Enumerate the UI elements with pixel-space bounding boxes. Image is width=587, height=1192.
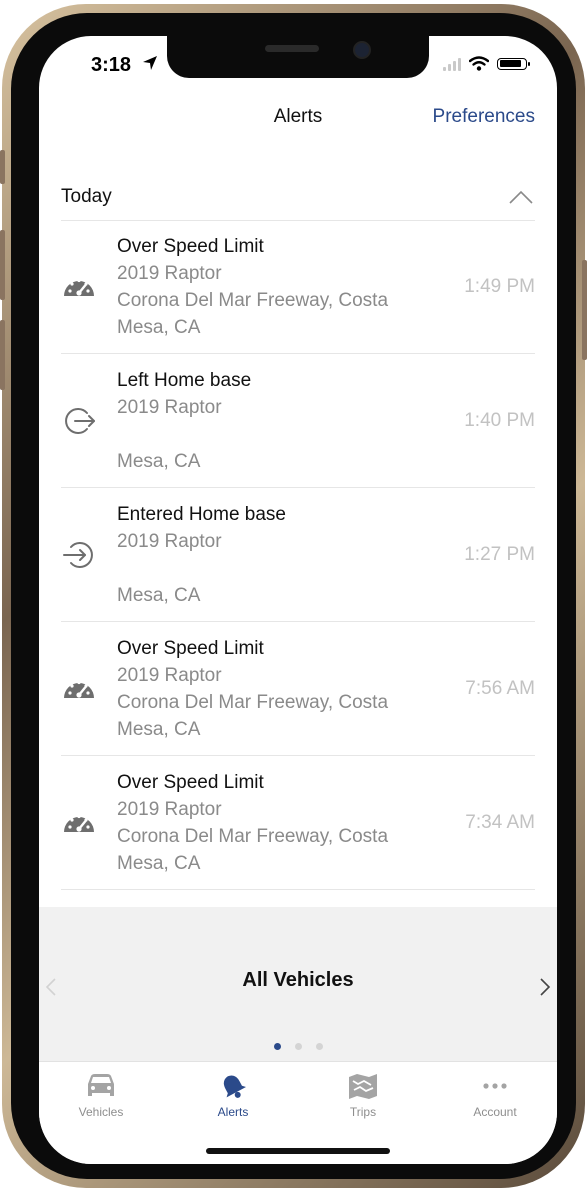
tab-label: Account [473,1105,517,1119]
status-time: 3:18 [91,54,132,76]
front-camera [353,41,371,59]
alert-title: Over Speed Limit [117,772,264,793]
side-button [582,260,587,360]
enter-geofence-icon [63,541,93,568]
wifi-icon [469,56,489,71]
tab-account[interactable]: Account [445,1072,545,1119]
vehicle-selector: All Vehicles [39,907,557,1061]
alert-location-line2: Mesa, CA [117,451,201,472]
map-icon [349,1074,377,1099]
volume-down-button [0,320,5,390]
alert-row[interactable]: Entered Home base 2019 Raptor Mesa, CA 1… [61,488,535,622]
alert-location-line1 [117,421,251,448]
speedometer-icon [64,278,94,296]
status-indicators [443,56,530,71]
alert-time: 7:34 AM [465,811,535,833]
tab-trips[interactable]: Trips [313,1072,413,1119]
alert-text: Over Speed Limit 2019 Raptor Corona Del … [117,769,388,877]
alert-time: 7:56 AM [465,677,535,699]
alert-row[interactable]: Over Speed Limit 2019 Raptor Corona Del … [61,622,535,756]
bell-icon [223,1075,246,1098]
battery-icon [497,57,530,70]
alert-row[interactable]: Over Speed Limit 2019 Raptor Corona Del … [61,220,535,354]
chevron-up-icon[interactable] [509,190,533,204]
vehicle-selector-label[interactable]: All Vehicles [39,969,557,992]
alert-location-line1: Corona Del Mar Freeway, Costa [117,290,389,311]
preferences-button[interactable]: Preferences [433,106,535,128]
alert-vehicle: 2019 Raptor [117,531,222,552]
alert-location-line2: Mesa, CA [117,853,201,874]
page-dot-active [273,1043,281,1050]
alert-vehicle: 2019 Raptor [117,799,222,820]
alert-location-line1 [117,555,286,582]
alert-text: Left Home base 2019 Raptor Mesa, CA [117,367,251,475]
cellular-signal-icon [443,57,461,71]
section-header-today[interactable]: Today [61,176,535,221]
alert-vehicle: 2019 Raptor [117,397,222,418]
speaker [265,45,319,52]
alert-title: Over Speed Limit [117,236,264,257]
app-screen: 3:18 Alerts Preferences Today Over Speed… [39,36,557,1164]
page-indicator [39,1043,557,1050]
page-dot [294,1043,302,1050]
alert-title: Over Speed Limit [117,638,264,659]
exit-geofence-icon [65,407,95,434]
tab-bar: Vehicles Alerts Trips Account [39,1061,557,1164]
alert-time: 1:27 PM [464,543,535,565]
alert-vehicle: 2019 Raptor [117,665,222,686]
alert-text: Over Speed Limit 2019 Raptor Corona Del … [117,233,388,341]
more-dots-icon [483,1083,507,1089]
mute-switch [0,150,5,184]
speedometer-icon [64,680,94,698]
alert-title: Entered Home base [117,504,286,525]
alert-time: 1:49 PM [464,275,535,297]
alert-row[interactable]: Left Home base 2019 Raptor Mesa, CA 1:40… [61,354,535,488]
speedometer-icon [64,814,94,832]
alert-row[interactable]: Over Speed Limit 2019 Raptor Corona Del … [61,756,535,890]
location-arrow-icon [143,56,157,70]
tab-alerts[interactable]: Alerts [183,1072,283,1119]
car-icon [88,1074,114,1096]
chevron-right-icon[interactable] [539,977,551,997]
alert-title: Left Home base [117,370,252,391]
tab-vehicles[interactable]: Vehicles [51,1072,151,1119]
notch [167,36,429,78]
alert-location-line2: Mesa, CA [117,317,201,338]
tab-label: Vehicles [78,1105,124,1119]
tab-label: Trips [349,1105,377,1119]
alert-location-line2: Mesa, CA [117,719,201,740]
home-indicator[interactable] [206,1148,390,1154]
volume-up-button [0,230,5,300]
alert-vehicle: 2019 Raptor [117,263,222,284]
alert-location-line2: Mesa, CA [117,585,201,606]
section-title: Today [61,186,112,207]
alert-location-line1: Corona Del Mar Freeway, Costa [117,826,389,847]
alert-text: Over Speed Limit 2019 Raptor Corona Del … [117,635,388,743]
alert-time: 1:40 PM [464,409,535,431]
alert-location-line1: Corona Del Mar Freeway, Costa [117,692,389,713]
page-dot [315,1043,323,1050]
tab-label: Alerts [217,1105,249,1119]
alert-list: Over Speed Limit 2019 Raptor Corona Del … [61,220,535,890]
alert-text: Entered Home base 2019 Raptor Mesa, CA [117,501,286,609]
